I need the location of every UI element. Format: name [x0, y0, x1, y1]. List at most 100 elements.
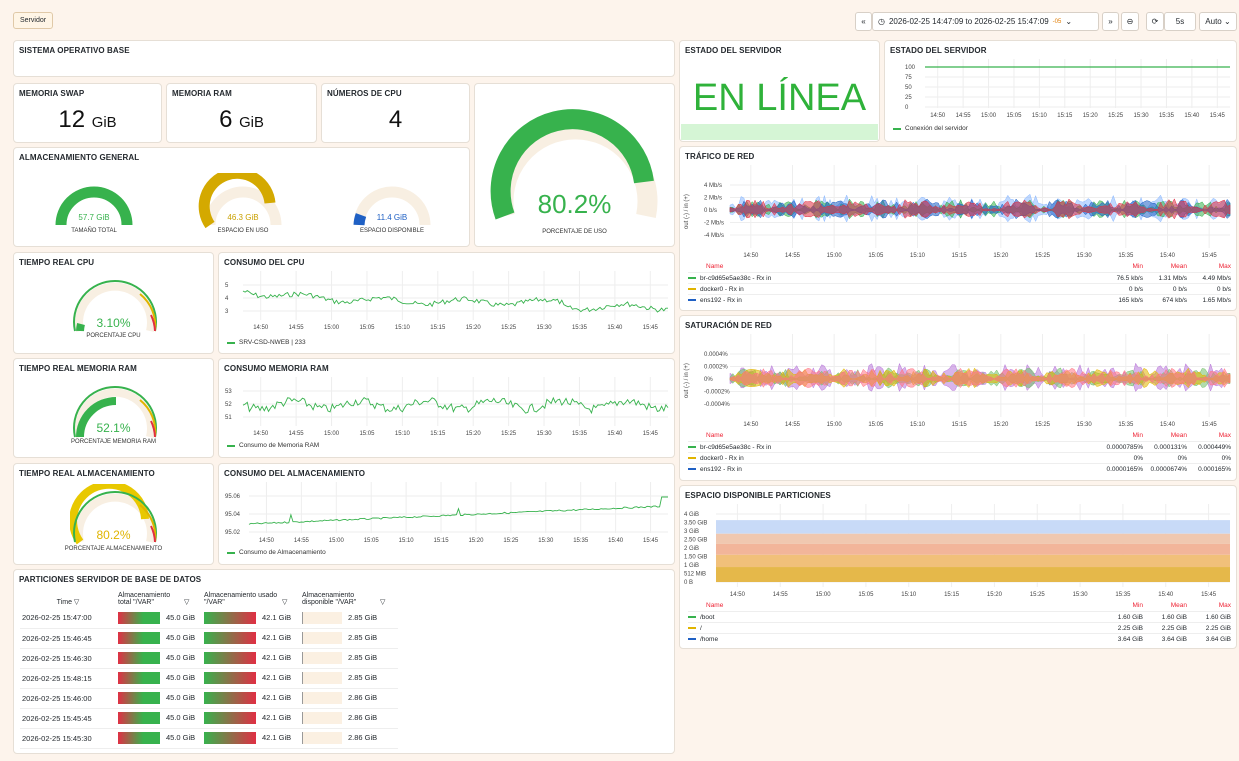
refresh-interval[interactable]: 5s [1164, 12, 1196, 31]
x-tick-label: 15:30 [1077, 422, 1093, 428]
cell-value: 2.85 GiB [348, 632, 378, 642]
x-tick-label: 15:40 [607, 325, 623, 331]
legend-row[interactable]: ens192 - Rx in 0.0000165% 0.0000674% 0.0001… [688, 463, 1231, 474]
cell-value: 45.0 GiB [166, 632, 196, 642]
x-tick-label: 15:40 [608, 538, 624, 544]
auto-select[interactable]: Auto ⌄ [1199, 12, 1237, 31]
cell-total: 45.0 GiB [116, 728, 202, 749]
panel-title: SISTEMA OPERATIVO BASE [19, 46, 130, 55]
x-tick-label: 15:20 [468, 538, 484, 544]
legend-series-name: / [700, 624, 702, 632]
legend-row[interactable]: docker0 - Rx in 0 b/s 0 b/s 0 b/s [688, 283, 1231, 294]
y-tick-label: 512 MiB [684, 572, 706, 578]
legend-name-header[interactable]: Name [706, 602, 723, 609]
y-tick-label: -0.0004% [704, 402, 730, 408]
panel-memoria-swap: MEMORIA SWAP 12 GiB [13, 83, 162, 143]
x-tick-label: 15:20 [993, 253, 1009, 259]
legend-row[interactable]: /home 3.64 GiB 3.64 GiB 3.64 GiB [688, 633, 1231, 644]
x-tick-label: 15:15 [430, 431, 446, 437]
cell-value: 2.85 GiB [348, 652, 378, 662]
x-tick-label: 15:25 [1108, 113, 1124, 119]
legend-col-header[interactable]: Max [1187, 602, 1231, 609]
legend-series-name: docker0 - Rx in [700, 285, 744, 293]
x-tick-label: 15:05 [359, 431, 375, 437]
table-row[interactable]: 2026-02-25 15:45:30 45.0 GiB 42.1 GiB 2.86 … [20, 728, 398, 749]
x-tick-label: 15:35 [1159, 113, 1175, 119]
ram-value: 52.1% [96, 421, 131, 435]
legend-header: Min Mean Max [1099, 263, 1231, 270]
time-back-button[interactable]: « [855, 12, 872, 31]
legend-swatch [688, 468, 696, 470]
total-value: 57.7 GiB [78, 213, 110, 222]
legend-value: 2.25 GiB [1117, 624, 1143, 632]
legend-name-header[interactable]: Name [706, 263, 723, 270]
legend-row[interactable]: br-c9d65e5ae38c - Rx in 76.5 kb/s 1.31 Mb/… [688, 272, 1231, 283]
legend-row[interactable]: / 2.25 GiB 2.25 GiB 2.25 GiB [688, 622, 1231, 633]
table-row[interactable]: 2026-02-25 15:46:45 45.0 GiB 42.1 GiB 2.85 … [20, 628, 398, 649]
legend-row[interactable]: /boot 1.60 GiB 1.60 GiB 1.60 GiB [688, 611, 1231, 622]
x-tick-label: 15:10 [1032, 113, 1048, 119]
legend-col-header[interactable]: Mean [1143, 432, 1187, 439]
cell-used: 42.1 GiB [202, 608, 300, 629]
legend-col-header[interactable]: Min [1099, 263, 1143, 270]
legend-col-header[interactable]: Max [1187, 263, 1231, 270]
x-tick-label: 15:00 [324, 325, 340, 331]
table-row[interactable]: 2026-02-25 15:46:30 45.0 GiB 42.1 GiB 2.85 … [20, 648, 398, 669]
partition-band [716, 533, 1230, 544]
legend-swatch [688, 299, 696, 301]
legend-series-name: /home [700, 635, 719, 643]
filter-icon[interactable]: ▽ [282, 599, 287, 606]
x-tick-label: 15:05 [364, 538, 380, 544]
cell-value: 2.86 GiB [348, 712, 378, 722]
ram-value: 6 GiB [219, 106, 264, 133]
y-tick-label: -2 Mb/s [704, 221, 724, 227]
filter-icon[interactable]: ▽ [380, 599, 385, 606]
x-tick-label: 15:40 [1184, 113, 1200, 119]
used-gauge [198, 173, 282, 229]
time-range-picker[interactable]: ◷ 2026-02-25 14:47:09 to 2026-02-25 15:4… [872, 12, 1099, 31]
zoom-out-button[interactable]: ⊖ [1121, 12, 1139, 31]
col-header-time[interactable]: Time ▽ [20, 590, 116, 608]
legend-value: 4.49 Mb/s [1202, 274, 1231, 282]
x-tick-label: 15:25 [501, 431, 517, 437]
y-tick-label: 0.0004% [704, 352, 728, 358]
legend-row[interactable]: docker0 - Rx in 0% 0% 0% [688, 452, 1231, 463]
value-bar [302, 712, 342, 724]
panel-tiempo-real-cpu: TIEMPO REAL CPU 3.10% PORCENTAJE CPU [13, 252, 214, 354]
legend-name-header[interactable]: Name [706, 432, 723, 439]
free-gauge [353, 186, 431, 226]
refresh-button[interactable]: ⟳ [1146, 12, 1164, 31]
panel-porcentaje-uso: 80.2% PORCENTAJE DE USO [474, 83, 675, 247]
legend-col-header[interactable]: Min [1099, 432, 1143, 439]
chevron-down-icon: ⌄ [1224, 17, 1231, 26]
table-row[interactable]: 2026-02-25 15:47:00 45.0 GiB 42.1 GiB 2.85 … [20, 608, 398, 629]
x-tick-label: 14:50 [253, 431, 269, 437]
panel-estado-servidor-chart: ESTADO DEL SERVIDOR 100 75 50 25 0 14:50 14:55… [884, 40, 1237, 142]
time-forward-button[interactable]: » [1102, 12, 1119, 31]
filter-icon[interactable]: ▽ [74, 599, 79, 606]
legend-series-name: br-c9d65e5ae38c - Rx in [700, 443, 772, 451]
panel-title: PARTICIONES SERVIDOR DE BASE DE DATOS [19, 575, 202, 584]
disk-legend: Consumo de Almacenamiento [227, 549, 326, 556]
filter-icon[interactable]: ▽ [184, 599, 189, 606]
table-row[interactable]: 2026-02-25 15:48:15 45.0 GiB 42.1 GiB 2.85 … [20, 668, 398, 689]
legend-row[interactable]: br-c9d65e5ae38c - Rx in 0.0000785% 0.00013… [688, 441, 1231, 452]
x-tick-label: 15:20 [466, 431, 482, 437]
legend-col-header[interactable]: Max [1187, 432, 1231, 439]
table-row[interactable]: 2026-02-25 15:45:45 45.0 GiB 42.1 GiB 2.86 … [20, 708, 398, 729]
legend-col-header[interactable]: Mean [1143, 263, 1187, 270]
x-tick-label: 15:45 [1201, 592, 1217, 598]
x-tick-label: 15:25 [501, 325, 517, 331]
table-row[interactable]: 2026-02-25 15:46:00 45.0 GiB 42.1 GiB 2.86 … [20, 688, 398, 709]
dashboard-tag[interactable]: Servidor [13, 12, 54, 29]
cell-total: 45.0 GiB [116, 688, 202, 709]
col-header-used[interactable]: Almacenamiento usado "/VAR" ▽ [202, 590, 300, 608]
legend-col-header[interactable]: Mean [1143, 602, 1187, 609]
col-header-total[interactable]: Almacenamiento total "/VAR" ▽ [116, 590, 202, 608]
legend-value: 0.000449% [1198, 443, 1231, 451]
legend-row[interactable]: ens192 - Rx in 165 kb/s 674 kb/s 1.65 Mb/s [688, 294, 1231, 305]
x-tick-label: 15:05 [858, 592, 874, 598]
legend-col-header[interactable]: Min [1099, 602, 1143, 609]
col-header-free[interactable]: Almacenamiento disponible "/VAR" ▽ [300, 590, 398, 608]
y-tick-label: 0% [704, 377, 713, 383]
